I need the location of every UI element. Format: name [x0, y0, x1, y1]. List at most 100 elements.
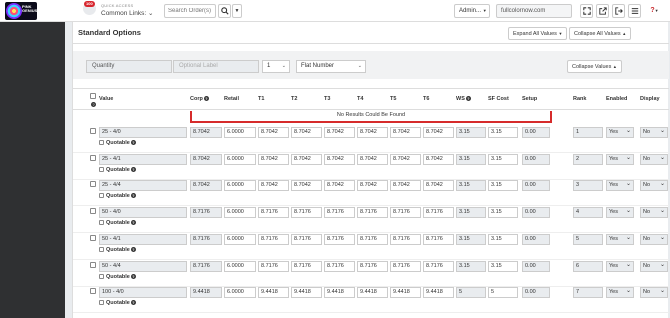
help-icon[interactable]: ?	[130, 140, 136, 146]
sf-cost-cell[interactable]: 3.15	[488, 153, 518, 165]
t6-cell[interactable]: 8.7042	[423, 127, 454, 138]
value-cell[interactable]: 50 - 4/1	[99, 233, 187, 245]
t3-cell[interactable]: 9.4418	[324, 287, 355, 299]
sf-cost-cell[interactable]: 5	[488, 287, 518, 299]
t1-cell[interactable]: 8.7176	[258, 260, 289, 272]
open-external-button[interactable]	[596, 4, 609, 18]
t5-cell[interactable]: 8.7176	[390, 207, 421, 219]
rank-cell[interactable]: 4	[573, 207, 603, 219]
setup-cell[interactable]: 0.00	[522, 260, 550, 272]
display-cell[interactable]: No ⌄	[640, 260, 668, 272]
t1-cell[interactable]: 8.7042	[258, 153, 289, 165]
t2-cell[interactable]: 8.7176	[291, 233, 322, 245]
row-select-checkbox[interactable]	[90, 234, 96, 241]
enabled-cell[interactable]: Yes ⌄	[606, 260, 634, 272]
sf-cost-cell[interactable]: 3.15	[488, 260, 518, 272]
quotable-checkbox[interactable]	[99, 140, 104, 146]
sf-cost-cell[interactable]: 3.15	[488, 127, 518, 138]
quotable-toggle[interactable]: Quotable?	[99, 193, 136, 199]
search-button[interactable]	[218, 4, 231, 18]
retail-cell[interactable]: 6.0000	[224, 180, 256, 192]
t2-cell[interactable]: 8.7042	[291, 180, 322, 192]
row-select-checkbox[interactable]	[90, 288, 96, 295]
t2-cell[interactable]: 8.7176	[291, 260, 322, 272]
collapse-values-button[interactable]: Collapse Values ▲	[567, 60, 622, 73]
menu-button[interactable]	[628, 4, 641, 18]
t2-cell[interactable]: 8.7042	[291, 153, 322, 165]
quotable-checkbox[interactable]	[99, 193, 104, 199]
admin-menu-button[interactable]: Admin... ▼	[454, 4, 490, 18]
corp-cell[interactable]: 8.7176	[190, 260, 222, 272]
rank-cell[interactable]: 2	[573, 153, 603, 165]
row-select-checkbox[interactable]	[90, 261, 96, 268]
row-select-checkbox[interactable]	[90, 208, 96, 215]
ws-cell[interactable]: 3.15	[456, 260, 486, 272]
t4-cell[interactable]: 8.7042	[357, 127, 388, 138]
help-icon[interactable]: ?	[465, 96, 471, 102]
t5-cell[interactable]: 8.7042	[390, 180, 421, 192]
retail-cell[interactable]: 6.0000	[224, 153, 256, 165]
value-cell[interactable]: 100 - 4/0	[99, 287, 187, 299]
common-links-select[interactable]: Common Links: ⌄	[101, 9, 153, 17]
ws-cell[interactable]: 3.15	[456, 233, 486, 245]
t6-cell[interactable]: 8.7176	[423, 260, 454, 272]
t1-cell[interactable]: 8.7176	[258, 207, 289, 219]
enabled-cell[interactable]: Yes ⌄	[606, 233, 634, 245]
t5-cell[interactable]: 8.7042	[390, 153, 421, 165]
display-cell[interactable]: No ⌄	[640, 127, 668, 138]
retail-cell[interactable]: 6.0000	[224, 233, 256, 245]
t4-cell[interactable]: 8.7176	[357, 260, 388, 272]
value-cell[interactable]: 50 - 4/4	[99, 260, 187, 272]
quotable-checkbox[interactable]	[99, 246, 104, 252]
sign-out-button[interactable]	[612, 4, 625, 18]
ws-cell[interactable]: 3.15	[456, 127, 486, 138]
t3-cell[interactable]: 8.7042	[324, 153, 355, 165]
quotable-toggle[interactable]: Quotable?	[99, 140, 136, 146]
brand-logo[interactable]: PINK GENIUS	[5, 2, 37, 20]
t1-cell[interactable]: 9.4418	[258, 287, 289, 299]
row-select-checkbox[interactable]	[90, 181, 96, 188]
corp-cell[interactable]: 8.7042	[190, 180, 222, 192]
setup-cell[interactable]: 0.00	[522, 207, 550, 219]
t3-cell[interactable]: 8.7176	[324, 260, 355, 272]
help-icon[interactable]: ?	[130, 273, 136, 279]
corp-cell[interactable]: 8.7176	[190, 233, 222, 245]
setup-cell[interactable]: 0.00	[522, 180, 550, 192]
ws-cell[interactable]: 3.15	[456, 180, 486, 192]
enabled-cell[interactable]: Yes ⌄	[606, 287, 634, 299]
retail-cell[interactable]: 6.0000	[224, 287, 256, 299]
display-cell[interactable]: No ⌄	[640, 287, 668, 299]
expand-all-values-button[interactable]: Expand All Values ▼	[508, 27, 568, 40]
help-icon[interactable]: ?	[130, 246, 136, 252]
rank-cell[interactable]: 7	[573, 287, 603, 299]
quotable-checkbox[interactable]	[99, 300, 104, 306]
t6-cell[interactable]: 9.4418	[423, 287, 454, 299]
display-cell[interactable]: No ⌄	[640, 207, 668, 219]
quotable-toggle[interactable]: Quotable?	[99, 167, 136, 173]
sf-cost-cell[interactable]: 3.15	[488, 180, 518, 192]
select-all-checkbox[interactable]	[90, 93, 96, 99]
collapse-all-values-button[interactable]: Collapse All Values ▲	[569, 27, 632, 40]
help-icon[interactable]: ?	[130, 220, 136, 226]
value-cell[interactable]: 50 - 4/0	[99, 207, 187, 219]
pricing-type-select[interactable]: Flat Number ⌄	[296, 60, 366, 73]
t6-cell[interactable]: 8.7176	[423, 207, 454, 219]
display-cell[interactable]: No ⌄	[640, 180, 668, 192]
sf-cost-cell[interactable]: 3.15	[488, 233, 518, 245]
quotable-checkbox[interactable]	[99, 220, 104, 226]
retail-cell[interactable]: 6.0000	[224, 207, 256, 219]
setup-cell[interactable]: 0.00	[522, 287, 550, 299]
rank-cell[interactable]: 3	[573, 180, 603, 192]
t5-cell[interactable]: 8.7176	[390, 260, 421, 272]
quick-access-icon[interactable]: 100	[83, 1, 96, 15]
enabled-cell[interactable]: Yes ⌄	[606, 127, 634, 138]
t5-cell[interactable]: 9.4418	[390, 287, 421, 299]
t5-cell[interactable]: 8.7176	[390, 233, 421, 245]
t6-cell[interactable]: 8.7042	[423, 180, 454, 192]
row-select-checkbox[interactable]	[90, 128, 96, 134]
fullscreen-button[interactable]	[580, 4, 593, 18]
t1-cell[interactable]: 8.7042	[258, 127, 289, 138]
display-cell[interactable]: No ⌄	[640, 153, 668, 165]
retail-cell[interactable]: 6.0000	[224, 260, 256, 272]
corp-cell[interactable]: 8.7176	[190, 207, 222, 219]
